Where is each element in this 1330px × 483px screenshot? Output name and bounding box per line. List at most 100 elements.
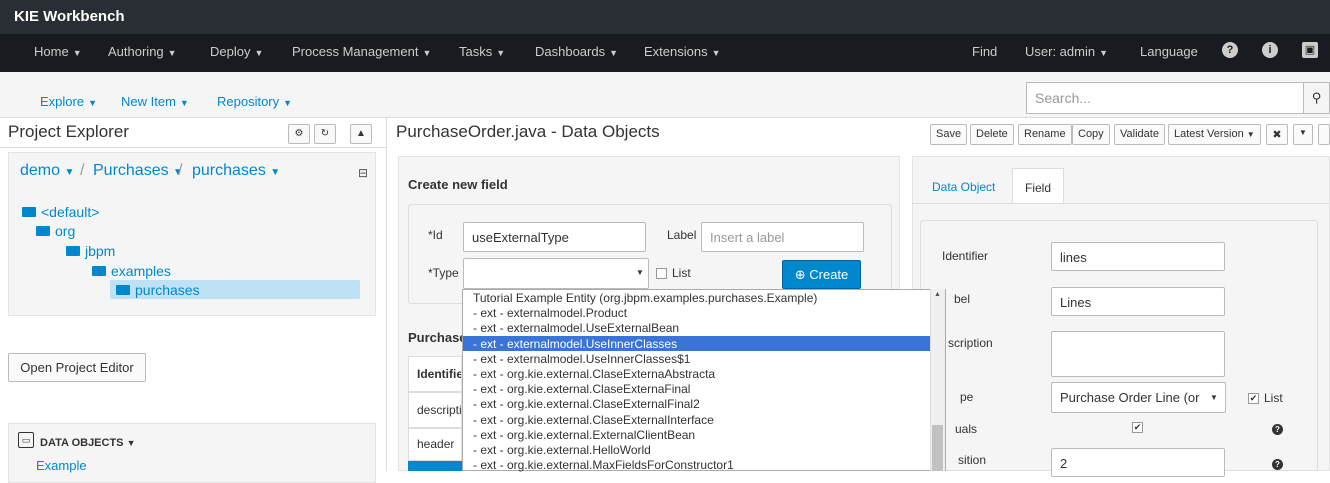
dropdown-option[interactable]: - ext - externalmodel.UseInnerClasses — [473, 337, 677, 352]
dropdown-option[interactable]: Tutorial Example Entity (org.jbpm.exampl… — [473, 291, 817, 306]
latest-version-dropdown[interactable]: Latest Version ▼ — [1168, 124, 1261, 145]
caret-down-icon: ▼ — [1246, 130, 1255, 139]
checkbox-checked-icon: ✔ — [1248, 393, 1259, 405]
nav-user[interactable]: User: admin ▼ — [1025, 44, 1108, 59]
type-select[interactable]: ▼ — [463, 258, 649, 289]
tab-data-object[interactable]: Data Object — [932, 180, 995, 194]
tree-item-examples[interactable]: examples — [92, 263, 171, 279]
description-label: scription — [948, 336, 993, 350]
breadcrumb-purchases-label: Purchases — [93, 162, 169, 179]
list-field-checkbox[interactable]: ✔ List — [1248, 391, 1283, 405]
caret-down-icon: ▼ — [88, 98, 97, 108]
create-button[interactable]: ⊕ Create — [782, 260, 861, 289]
more-button[interactable] — [1318, 124, 1330, 145]
gear-icon[interactable]: ⚙ — [288, 124, 310, 144]
new-item-menu-label: New Item — [121, 94, 176, 109]
tree-item-default[interactable]: <default> — [22, 204, 99, 220]
repository-menu[interactable]: Repository ▼ — [217, 94, 292, 109]
tree-item-purchases[interactable]: purchases — [116, 282, 200, 298]
tree-item-jbpm[interactable]: jbpm — [66, 243, 115, 259]
equals-checkbox[interactable]: ✔ — [1132, 422, 1143, 433]
caret-down-icon: ▼ — [283, 98, 293, 108]
nav-extensions[interactable]: Extensions ▼ — [644, 44, 721, 59]
tab-field[interactable]: Field — [1012, 168, 1064, 203]
search-icon[interactable]: ⚲ — [1304, 82, 1330, 114]
breadcrumb-package[interactable]: purchases ▼ — [192, 162, 280, 180]
dropdown-option[interactable]: - ext - externalmodel.Product — [473, 306, 627, 321]
save-button[interactable]: Save — [930, 124, 968, 145]
label-input[interactable]: Insert a label — [701, 222, 864, 252]
nav-deploy-label: Deploy — [210, 44, 251, 59]
table-row[interactable]: header — [408, 428, 462, 461]
delete-button[interactable]: Delete — [970, 124, 1014, 145]
properties-title: Purchase — [408, 330, 467, 345]
info-icon[interactable]: i — [1262, 42, 1278, 58]
dropdown-scroll-thumb[interactable] — [932, 425, 943, 471]
breadcrumb-purchases[interactable]: Purchases ▼ — [93, 162, 183, 180]
collapse-icon[interactable]: ▲ — [350, 124, 372, 144]
description-textarea[interactable] — [1051, 331, 1225, 377]
explore-menu[interactable]: Explore ▼ — [40, 94, 97, 109]
tree-item-label: jbpm — [85, 243, 116, 259]
breadcrumb-demo-label: demo — [20, 162, 61, 179]
nav-authoring-label: Authoring — [108, 44, 164, 59]
refresh-icon[interactable]: ↻ — [314, 124, 336, 144]
tree-item-org[interactable]: org — [36, 223, 75, 239]
search-input[interactable]: Search... — [1026, 82, 1304, 114]
briefcase-icon[interactable]: ▣ — [1302, 42, 1318, 58]
validate-button[interactable]: Validate — [1114, 124, 1165, 145]
collapse-tree-icon[interactable]: ⊟ — [358, 166, 368, 180]
dropdown-option[interactable]: - ext - org.kie.external.HelloWorld — [473, 443, 651, 458]
help-icon: ? — [1272, 459, 1283, 470]
position-label: sition — [958, 453, 987, 467]
nav-authoring[interactable]: Authoring ▼ — [108, 44, 177, 59]
type-field-select[interactable]: Purchase Order Line (or ▼ — [1051, 382, 1226, 413]
nav-deploy[interactable]: Deploy ▼ — [210, 44, 263, 59]
rename-button[interactable]: Rename — [1018, 124, 1072, 145]
dropdown-option[interactable]: - ext - externalmodel.UseExternalBean — [473, 321, 679, 336]
caret-down-icon: ▼ — [422, 48, 432, 58]
id-input[interactable]: useExternalType — [463, 222, 646, 252]
data-objects-title[interactable]: DATA OBJECTS ▼ — [40, 437, 136, 449]
table-row-selected[interactable] — [408, 461, 462, 471]
type-label: *Type — [428, 266, 459, 280]
chevron-down-icon[interactable]: ▼ — [1293, 124, 1313, 145]
caret-down-icon: ▼ — [72, 48, 82, 58]
dropdown-option[interactable]: - ext - org.kie.external.ClaseExternalFi… — [473, 397, 700, 412]
open-project-editor-button[interactable]: Open Project Editor — [8, 353, 146, 382]
nav-home[interactable]: Home ▼ — [34, 44, 82, 59]
caret-down-icon: ▼ — [636, 268, 644, 277]
dropdown-option[interactable]: - ext - externalmodel.UseInnerClasses$1 — [473, 352, 690, 367]
caret-down-icon: ▼ — [64, 167, 75, 178]
panel-divider — [386, 118, 387, 471]
new-item-menu[interactable]: New Item ▼ — [121, 94, 189, 109]
breadcrumb-separator: / — [178, 162, 183, 179]
copy-button[interactable]: Copy — [1072, 124, 1110, 145]
nav-language[interactable]: Language — [1140, 44, 1198, 59]
nav-find[interactable]: Find — [972, 44, 997, 59]
folder-icon — [22, 207, 36, 218]
position-input[interactable]: 2 — [1051, 448, 1225, 477]
caret-down-icon: ▼ — [1210, 393, 1218, 402]
help-icon[interactable]: ? — [1222, 42, 1238, 58]
table-row[interactable]: descripti — [408, 392, 462, 428]
project-explorer-title: Project Explorer — [8, 122, 129, 141]
scroll-up-icon[interactable]: ▲ — [934, 291, 941, 298]
data-objects-title-label: DATA OBJECTS — [40, 437, 124, 449]
type-field-label: pe — [960, 390, 974, 404]
nav-tasks[interactable]: Tasks ▼ — [459, 44, 505, 59]
dropdown-option[interactable]: - ext - org.kie.external.ExternalClientB… — [473, 428, 695, 443]
dropdown-option[interactable]: - ext - org.kie.external.ClaseExternalIn… — [473, 413, 714, 428]
nav-tasks-label: Tasks — [459, 44, 493, 59]
identifier-input[interactable]: lines — [1051, 242, 1225, 271]
list-checkbox[interactable]: List — [656, 266, 691, 280]
label-field-input[interactable]: Lines — [1051, 287, 1225, 316]
folder-icon — [92, 266, 106, 277]
caret-down-icon: ▼ — [609, 48, 619, 58]
close-icon[interactable]: ✖ — [1266, 124, 1288, 145]
breadcrumb-demo[interactable]: demo ▼ — [20, 162, 74, 180]
nav-dashboards[interactable]: Dashboards ▼ — [535, 44, 618, 59]
nav-process-management[interactable]: Process Management ▼ — [292, 44, 431, 59]
dropdown-option[interactable]: - ext - org.kie.external.ClaseExternaAbs… — [473, 367, 715, 382]
dropdown-option[interactable]: - ext - org.kie.external.ClaseExternaFin… — [473, 382, 690, 397]
